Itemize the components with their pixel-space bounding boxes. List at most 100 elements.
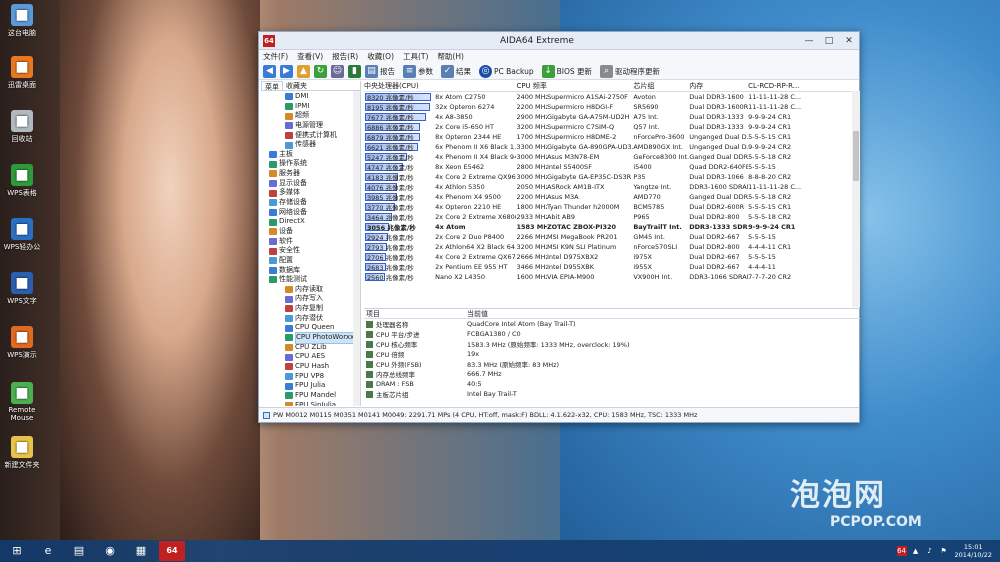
report-button[interactable]: ▤ 报告 — [365, 64, 395, 78]
tree-item[interactable]: FPU SinJulia — [261, 401, 360, 406]
forward-arrow-icon[interactable]: ▶ — [280, 64, 293, 78]
tree-item[interactable]: FPU Julia — [261, 381, 360, 391]
header-timing[interactable]: CL-RCD-RP-R... — [748, 81, 860, 92]
menu-item[interactable]: 文件(F) — [263, 51, 288, 62]
table-row[interactable]: 4183 兆像素/秒 4x Core 2 Extreme QX9650 3000 M… — [364, 172, 860, 182]
tab-favorites[interactable]: 收藏夹 — [283, 81, 310, 90]
header-cpu[interactable]: 中央处理器(CPU) — [364, 81, 517, 92]
table-row[interactable]: 8195 兆像素/秒 32x Opteron 6274 2200 MHz Superm… — [364, 102, 860, 112]
tree-item[interactable]: CPU AES — [261, 352, 360, 362]
driver-update-button[interactable]: ⌕ 驱动程序更新 — [600, 64, 660, 78]
tree-item[interactable]: 超频 — [261, 111, 360, 121]
desktop-icon[interactable]: ■ 这台电脑 — [2, 4, 42, 38]
tree-item[interactable]: 内存复制 — [261, 304, 360, 314]
tree-item[interactable]: 操作系统 — [261, 159, 360, 169]
status-checkbox[interactable] — [263, 411, 270, 419]
header-memory[interactable]: 内存 — [689, 81, 749, 92]
maximize-button[interactable]: □ — [819, 34, 839, 48]
sidebar-scrollbar[interactable] — [353, 91, 360, 406]
title-bar[interactable]: 64 AIDA64 Extreme — □ ✕ — [259, 32, 859, 50]
detail-row[interactable]: DRAM : FSB 40:5 — [364, 379, 860, 389]
tree-item[interactable]: DirectX — [261, 217, 360, 227]
bios-update-button[interactable]: ↓ BIOS 更新 — [541, 64, 592, 78]
detail-row[interactable]: 主板芯片组 Intel Bay Trail-T — [364, 389, 860, 399]
chart-icon[interactable]: ▮ — [348, 64, 361, 78]
clock[interactable]: 15:01 2014/10/22 — [955, 543, 992, 559]
table-row[interactable]: 3985 兆像素/秒 4x Phenom X4 9500 2200 MHz Asus … — [364, 192, 860, 202]
tree-item[interactable]: 配置 — [261, 256, 360, 266]
flag-icon[interactable]: ⚑ — [939, 546, 949, 556]
scroll-thumb[interactable] — [853, 131, 859, 181]
table-row[interactable]: 2924 兆像素/秒 2x Core 2 Duo P8400 2266 MHz MSI… — [364, 232, 860, 242]
results-scrollbar[interactable] — [852, 91, 860, 307]
pc-backup-button[interactable]: ◎ PC Backup — [479, 64, 534, 78]
detail-row[interactable]: 处理器名称 QuadCore Intel Atom (Bay Trail-T) — [364, 319, 860, 329]
table-row[interactable]: 7677 兆像素/秒 4x A8-3850 2900 MHz Gigabyte GA-… — [364, 112, 860, 122]
table-row[interactable]: 4747 兆像素/秒 8x Xeon E5462 2800 MHz Intel S54… — [364, 162, 860, 172]
tree-item[interactable]: 主板 — [261, 150, 360, 160]
table-row[interactable]: 2706 兆像素/秒 4x Core 2 Extreme QX6700 2666 M… — [364, 252, 860, 262]
table-row[interactable]: 3770 兆像素/秒 4x Opteron 2210 HE 1800 MHz Tyan… — [364, 202, 860, 212]
table-row[interactable]: 5247 兆像素/秒 4x Phenom II X4 Black 940 3000 … — [364, 152, 860, 162]
tree-item[interactable]: 传感器 — [261, 140, 360, 150]
tree-item[interactable]: 设备 — [261, 227, 360, 237]
close-button[interactable]: ✕ — [839, 34, 859, 48]
windows-start-icon[interactable]: ⊞ — [4, 541, 30, 561]
table-row[interactable]: 2793 兆像素/秒 2x Athlon64 X2 Black 64... 3200… — [364, 242, 860, 252]
detail-row[interactable]: CPU 倍频 19x — [364, 349, 860, 359]
detail-row[interactable]: CPU 核心频率 1583.3 MHz (原始频率: 1333 MHz, over… — [364, 339, 860, 349]
desktop-icon[interactable]: ■ WPS演示 — [2, 326, 42, 360]
table-row[interactable]: 6886 兆像素/秒 2x Core i5-650 HT 3200 MHz Super… — [364, 122, 860, 132]
aida64-tray-icon[interactable]: 64 — [896, 546, 907, 556]
refresh-icon[interactable]: ↻ — [314, 64, 327, 78]
results-button[interactable]: ✓ 结果 — [441, 64, 471, 78]
desktop-icon[interactable]: ■ 迅雷桌面 — [2, 56, 42, 90]
table-row[interactable]: 6621 兆像素/秒 6x Phenom II X6 Black 1... 3300… — [364, 142, 860, 152]
tab-menu[interactable]: 菜单 — [261, 81, 283, 91]
volume-icon[interactable]: ♪ — [925, 546, 935, 556]
desktop-icon[interactable]: ■ 回收站 — [2, 110, 42, 144]
tree-item[interactable]: FPU Mandel — [261, 391, 360, 401]
menu-item[interactable]: 工具(T) — [403, 51, 428, 62]
tree-item[interactable]: 显示设备 — [261, 179, 360, 189]
tree-item[interactable]: CPU ZLib — [261, 343, 360, 353]
desktop-icon[interactable]: ■ WPS文字 — [2, 272, 42, 306]
tree-item[interactable]: 性能测试 — [261, 275, 360, 285]
tree-item[interactable]: DMI — [261, 92, 360, 102]
aida64-window[interactable]: 64 AIDA64 Extreme — □ ✕ 文件(F) 查看(V) 报告(R) 收… — [258, 31, 860, 423]
menu-item[interactable]: 收藏(O) — [367, 51, 394, 62]
detail-row[interactable]: 内存总线频率 666.7 MHz — [364, 369, 860, 379]
back-arrow-icon[interactable]: ◀ — [263, 64, 276, 78]
menu-item[interactable]: 查看(V) — [297, 51, 323, 62]
tree-item[interactable]: 数据库 — [261, 266, 360, 276]
menu-item[interactable]: 帮助(H) — [437, 51, 464, 62]
header-freq[interactable]: CPU 频率 — [516, 81, 634, 92]
menu-item[interactable]: 报告(R) — [332, 51, 358, 62]
tree-item[interactable]: CPU Hash — [261, 362, 360, 372]
store-icon[interactable]: ▦ — [128, 541, 154, 561]
tree-item[interactable]: CPU PhotoWorxx — [261, 332, 360, 344]
user-icon[interactable]: ☺ — [331, 64, 344, 78]
desktop-icon[interactable]: ■ WPS表格 — [2, 164, 42, 198]
tree-item[interactable]: 软件 — [261, 237, 360, 247]
network-icon[interactable]: ▲ — [911, 546, 921, 556]
table-row[interactable]: 3056 兆像素/秒 4x Atom 1583 MHzZOTAC ZBOX-PI32… — [364, 222, 860, 232]
table-row[interactable]: 6879 兆像素/秒 8x Opteron 2344 HE 1700 MHz Supe… — [364, 132, 860, 142]
detail-row[interactable]: CPU 外频(FSB) 83.3 MHz (原始频率: 83 MHz) — [364, 359, 860, 369]
tree-item[interactable]: 服务器 — [261, 169, 360, 179]
up-arrow-icon[interactable]: ▲ — [297, 64, 310, 78]
tree-item[interactable]: 电源管理 — [261, 121, 360, 131]
tree-item[interactable]: 内存写入 — [261, 294, 360, 304]
tree-item[interactable]: 便携式计算机 — [261, 131, 360, 141]
details-header-item[interactable]: 项目 — [364, 309, 467, 318]
tree-item[interactable]: FPU VP8 — [261, 372, 360, 382]
file-explorer-icon[interactable]: ▤ — [66, 541, 92, 561]
media-icon[interactable]: ◉ — [97, 541, 123, 561]
params-button[interactable]: ≡ 参数 — [403, 64, 433, 78]
desktop-icon[interactable]: ■ Remote Mouse — [2, 382, 42, 422]
table-row[interactable]: 2683 兆像素/秒 2x Pentium EE 955 HT 3466 MHz In… — [364, 262, 860, 272]
tree-item[interactable]: 内存读取 — [261, 285, 360, 295]
table-row[interactable]: 3464 兆像素/秒 2x Core 2 Extreme X6800 2933 MH… — [364, 212, 860, 222]
tree-item[interactable]: 多媒体 — [261, 188, 360, 198]
table-row[interactable]: 4076 兆像素/秒 4x Athlon 5350 2050 MHz ASRock A… — [364, 182, 860, 192]
